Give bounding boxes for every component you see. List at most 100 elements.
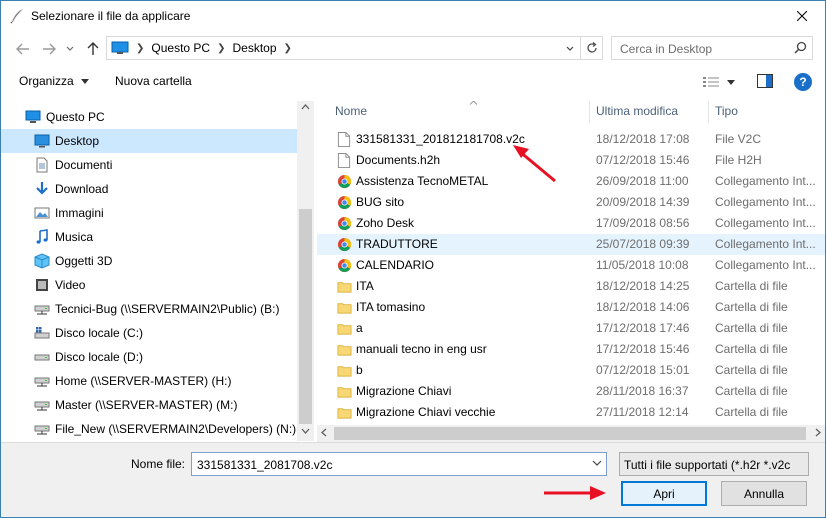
nav-item[interactable]: Desktop [1,129,297,153]
file-row[interactable]: manuali tecno in eng usr 17/12/2018 15:46… [317,339,825,360]
nav-item[interactable]: File_New (\\SERVERMAIN2\Developers) (N:) [1,417,297,441]
nav-item[interactable]: Oggetti 3D [1,249,297,273]
nav-item[interactable]: Download [1,177,297,201]
folder-icon [337,321,352,336]
nav-item[interactable]: Disco locale (D:) [1,345,297,369]
chrome-shortcut-icon [337,237,352,252]
nav-item[interactable]: Musica [1,225,297,249]
new-folder-button[interactable]: Nuova cartella [115,74,192,88]
file-row[interactable]: Zoho Desk 17/09/2018 08:56 Collegamento In… [317,213,825,234]
file-row[interactable]: a 17/12/2018 17:46 Cartella di file [317,318,825,339]
file-row[interactable]: TRADUTTORE 25/07/2018 09:39 Collegamento I… [317,234,825,255]
chevron-down-icon [566,46,574,51]
column-type[interactable]: Tipo [715,104,738,118]
column-divider[interactable] [708,101,709,123]
breadcrumb-separator: ❯ [283,42,292,54]
cancel-button[interactable]: Annulla [721,481,807,506]
music-icon [34,229,50,245]
scroll-down-icon[interactable] [301,428,310,434]
file-name: b [356,363,363,377]
scroll-left-icon[interactable] [321,428,327,437]
nav-item[interactable]: Immagini [1,201,297,225]
change-view-button[interactable] [703,73,739,91]
nav-item[interactable]: Documenti [1,153,297,177]
file-date: 17/12/2018 17:46 [596,321,690,335]
sort-up-icon [469,101,478,105]
up-button[interactable] [83,39,103,59]
refresh-button[interactable] [580,37,602,59]
file-type: Cartella di file [715,384,788,398]
scroll-up-icon[interactable] [301,104,310,110]
chevron-down-icon[interactable] [592,458,602,468]
filename-field[interactable]: 331581331_2081708.v2c [191,452,607,476]
filename-label-text: Nome file: [131,457,186,471]
open-button[interactable]: Apri [621,481,707,506]
nav-item[interactable]: Video [1,273,297,297]
recent-locations-button[interactable] [63,39,77,59]
nav-item[interactable]: Disco locale (C:) [1,321,297,345]
nav-item[interactable]: Questo PC [1,105,297,129]
file-row[interactable]: CALENDARIO 11/05/2018 10:08 Collegamento I… [317,255,825,276]
file-date: 25/07/2018 09:39 [596,237,690,251]
column-divider[interactable] [589,101,590,123]
file-type: Cartella di file [715,321,788,335]
nav-item[interactable]: Home (\\SERVER-MASTER) (H:) [1,369,297,393]
filetype-select[interactable]: Tutti i file supportati (*.h2r *.v2c [619,452,809,476]
caret-down-icon [727,79,735,85]
address-bar[interactable]: ❯ Questo PC ❯ Desktop ❯ [106,36,603,60]
chevron-down-icon [66,46,74,51]
file-row[interactable]: Migrazione Chiavi vecchie 27/11/2018 12:1… [317,402,825,423]
horizontal-scrollbar[interactable] [317,425,825,442]
file-type: Collegamento Int... [715,195,816,209]
file-name: manuali tecno in eng usr [356,342,487,356]
nav-item-label: Disco locale (D:) [55,350,144,364]
nav-item-label: Download [55,182,109,196]
preview-pane-icon[interactable] [757,74,773,88]
folder-icon [337,300,352,315]
help-button[interactable]: ? [794,73,812,91]
file-name: ITA [356,279,374,293]
nav-scrollbar-thumb[interactable] [299,209,312,424]
file-row[interactable]: Assistenza TecnoMETAL 26/09/2018 11:00 Col… [317,171,825,192]
3d-objects-icon [34,253,50,269]
back-button[interactable] [13,39,33,59]
column-date[interactable]: Ultima modifica [596,104,678,118]
file-row[interactable]: BUG sito 20/09/2018 14:39 Collegamento Int… [317,192,825,213]
file-name: a [356,321,363,335]
nav-item-label: Questo PC [46,110,105,124]
file-date: 18/12/2018 14:06 [596,300,690,314]
file-row[interactable]: ITA tomasino 18/12/2018 14:06 Cartella di … [317,297,825,318]
nav-item[interactable]: Tecnici-Bug (\\SERVERMAIN2\Public) (B:) [1,297,297,321]
breadcrumb-this-pc[interactable]: Questo PC [151,41,210,55]
scroll-right-icon[interactable] [815,428,821,437]
forward-button[interactable] [39,39,59,59]
column-name[interactable]: Nome [335,104,367,118]
file-row[interactable]: b 07/12/2018 15:01 Cartella di file [317,360,825,381]
file-row[interactable]: ITA 18/12/2018 14:25 Cartella di file [317,276,825,297]
file-icon [337,132,351,147]
file-name: BUG sito [356,195,405,209]
network-drive-icon [34,373,50,389]
close-button[interactable] [779,1,825,31]
nav-item-label: Documenti [55,158,113,172]
nav-scrollbar[interactable] [297,101,314,441]
file-row[interactable]: Migrazione Chiavi 28/11/2018 16:37 Cartell… [317,381,825,402]
organize-menu[interactable]: Organizza [19,74,90,88]
address-dropdown-button[interactable] [562,41,578,57]
file-row[interactable]: 331581331_201812181708.v2c 18/12/2018 17:… [317,129,825,150]
pc-icon [111,41,129,54]
file-name: Migrazione Chiavi [356,384,452,398]
horizontal-scrollbar-thumb[interactable] [334,427,806,440]
pictures-icon [34,205,50,221]
file-row[interactable]: Documents.h2h 07/12/2018 15:46 File H2H [317,150,825,171]
nav-item[interactable]: Master (\\SERVER-MASTER) (M:) [1,393,297,417]
chrome-shortcut-icon [337,258,352,273]
breadcrumb-separator: ❯ [217,42,226,54]
folder-icon [337,405,352,420]
search-box[interactable]: Cerca in Desktop [611,36,813,60]
file-type: Collegamento Int... [715,216,816,230]
file-name: 331581331_201812181708.v2c [356,132,525,146]
documents-icon [34,157,50,173]
organize-label: Organizza [19,74,74,88]
breadcrumb-desktop[interactable]: Desktop [232,41,276,55]
